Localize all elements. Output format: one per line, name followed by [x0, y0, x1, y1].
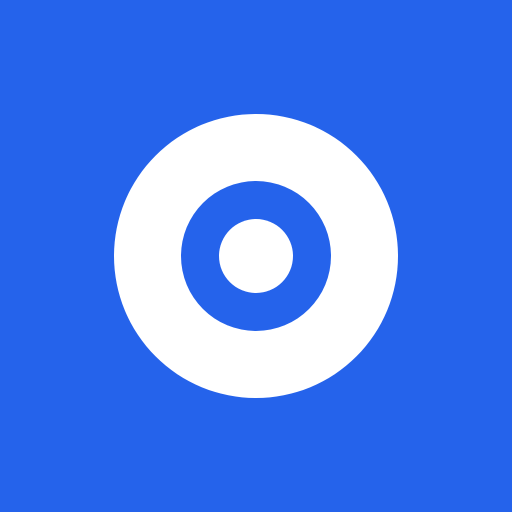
app-icon-canvas: [0, 0, 512, 512]
target-center-dot: [219, 219, 293, 293]
